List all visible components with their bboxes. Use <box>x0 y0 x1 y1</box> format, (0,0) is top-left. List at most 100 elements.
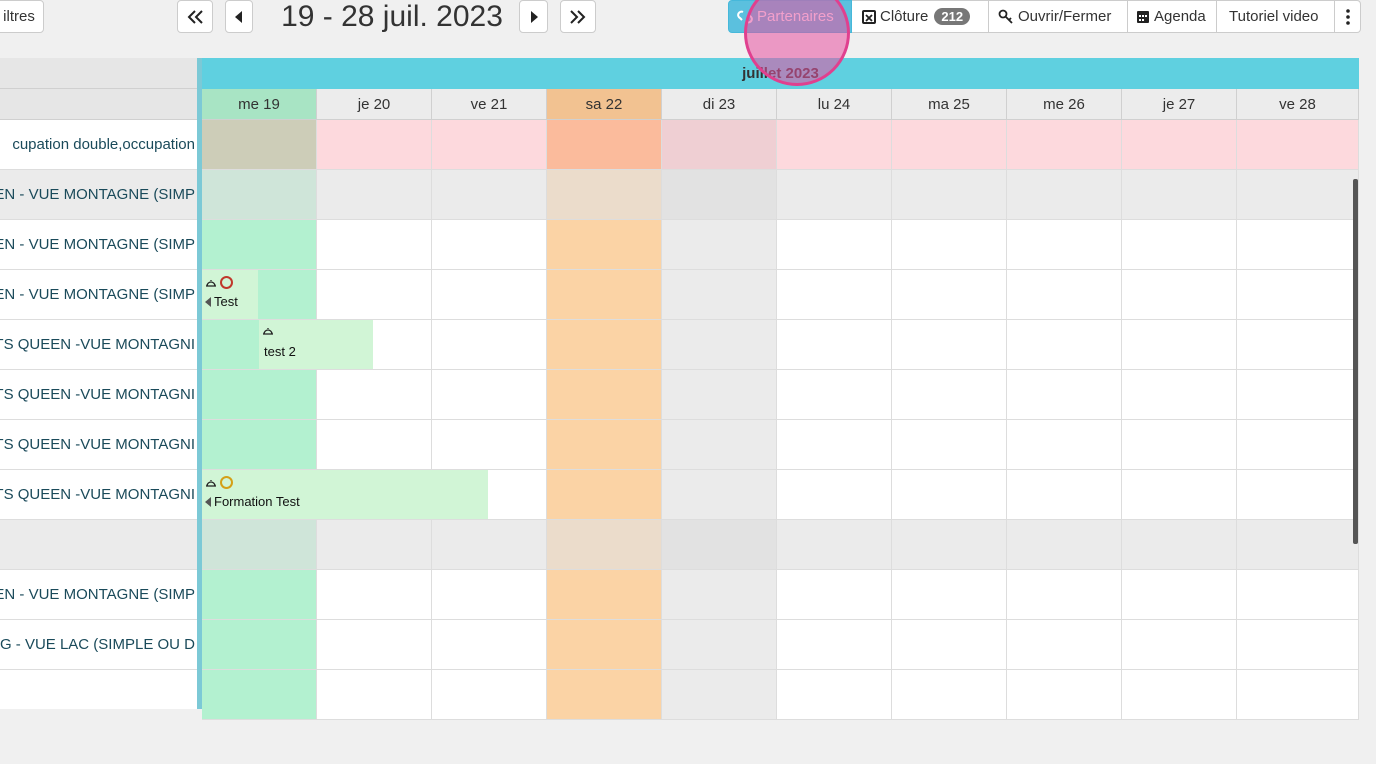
day-cell[interactable] <box>662 670 777 720</box>
day-cell[interactable] <box>662 470 777 520</box>
day-cell[interactable] <box>202 520 317 570</box>
day-cell[interactable] <box>1122 470 1237 520</box>
day-cell[interactable] <box>547 670 662 720</box>
day-cell[interactable] <box>547 420 662 470</box>
day-cell[interactable] <box>892 520 1007 570</box>
day-header[interactable]: me 19 <box>202 89 317 120</box>
day-cell[interactable] <box>1007 320 1122 370</box>
day-cell[interactable] <box>1237 170 1359 220</box>
day-cell[interactable] <box>892 470 1007 520</box>
day-cell[interactable] <box>892 220 1007 270</box>
day-cell[interactable] <box>432 170 547 220</box>
day-cell[interactable] <box>1007 270 1122 320</box>
day-cell[interactable] <box>1237 570 1359 620</box>
room-category-label[interactable]: cupation double,occupation <box>0 120 197 170</box>
day-cell[interactable] <box>317 270 432 320</box>
day-cell[interactable] <box>1122 370 1237 420</box>
day-cell[interactable] <box>1007 420 1122 470</box>
day-cell[interactable] <box>547 370 662 420</box>
day-cell[interactable] <box>777 420 892 470</box>
day-cell[interactable] <box>202 420 317 470</box>
day-cell[interactable] <box>202 620 317 670</box>
day-cell[interactable] <box>777 170 892 220</box>
day-cell[interactable] <box>432 420 547 470</box>
day-cell[interactable] <box>547 320 662 370</box>
day-cell[interactable] <box>432 570 547 620</box>
day-cell[interactable] <box>432 670 547 720</box>
day-cell[interactable] <box>317 220 432 270</box>
day-cell[interactable] <box>1122 120 1237 170</box>
day-cell[interactable] <box>1122 170 1237 220</box>
day-cell[interactable] <box>1237 520 1359 570</box>
agenda-button[interactable]: Agenda <box>1128 0 1217 33</box>
day-cell[interactable] <box>547 620 662 670</box>
day-cell[interactable] <box>777 120 892 170</box>
vertical-scrollbar[interactable] <box>1353 179 1358 544</box>
room-row-label[interactable]: ITS QUEEN -VUE MONTAGNI <box>0 420 197 470</box>
day-cell[interactable] <box>1007 620 1122 670</box>
day-cell[interactable] <box>662 370 777 420</box>
day-cell[interactable] <box>777 370 892 420</box>
tutorial-button[interactable]: Tutoriel video <box>1217 0 1335 33</box>
day-cell[interactable] <box>662 220 777 270</box>
day-header[interactable]: ma 25 <box>892 89 1007 120</box>
day-cell[interactable] <box>432 120 547 170</box>
day-cell[interactable] <box>432 520 547 570</box>
next-day-button[interactable] <box>519 0 548 33</box>
day-cell[interactable] <box>547 220 662 270</box>
day-cell[interactable] <box>432 270 547 320</box>
day-cell[interactable] <box>1007 470 1122 520</box>
day-cell[interactable] <box>317 420 432 470</box>
day-cell[interactable] <box>892 620 1007 670</box>
day-cell[interactable] <box>1237 370 1359 420</box>
day-cell[interactable] <box>662 320 777 370</box>
room-category-label[interactable]: EEN - VUE MONTAGNE (SIMP <box>0 170 197 220</box>
day-header[interactable]: ve 21 <box>432 89 547 120</box>
day-cell[interactable] <box>1237 470 1359 520</box>
day-cell[interactable] <box>202 120 317 170</box>
prev-week-button[interactable] <box>177 0 213 33</box>
day-cell[interactable] <box>1122 520 1237 570</box>
room-row-label[interactable]: ITS QUEEN -VUE MONTAGNI <box>0 320 197 370</box>
room-row-label[interactable]: EEN - VUE MONTAGNE (SIMP <box>0 220 197 270</box>
day-header[interactable]: di 23 <box>662 89 777 120</box>
day-cell[interactable] <box>1237 270 1359 320</box>
day-cell[interactable] <box>1007 570 1122 620</box>
day-cell[interactable] <box>432 370 547 420</box>
day-cell[interactable] <box>662 570 777 620</box>
day-cell[interactable] <box>1122 270 1237 320</box>
closure-button[interactable]: Clôture 212 <box>852 0 989 33</box>
day-cell[interactable] <box>317 520 432 570</box>
room-row-label[interactable]: EEN - VUE MONTAGNE (SIMP <box>0 570 197 620</box>
day-cell[interactable] <box>1007 220 1122 270</box>
day-cell[interactable] <box>892 570 1007 620</box>
booking-block[interactable]: Formation Test <box>202 470 488 519</box>
day-cell[interactable] <box>547 270 662 320</box>
day-cell[interactable] <box>547 170 662 220</box>
next-week-button[interactable] <box>560 0 596 33</box>
day-cell[interactable] <box>777 270 892 320</box>
day-header[interactable]: je 20 <box>317 89 432 120</box>
day-cell[interactable] <box>662 420 777 470</box>
booking-block[interactable]: Test <box>202 270 258 319</box>
day-cell[interactable] <box>1122 570 1237 620</box>
day-cell[interactable] <box>202 220 317 270</box>
open-close-button[interactable]: Ouvrir/Fermer <box>989 0 1128 33</box>
day-cell[interactable] <box>777 470 892 520</box>
day-cell[interactable] <box>892 420 1007 470</box>
day-cell[interactable] <box>1007 370 1122 420</box>
day-cell[interactable] <box>432 220 547 270</box>
day-cell[interactable] <box>202 170 317 220</box>
day-cell[interactable] <box>317 570 432 620</box>
day-cell[interactable] <box>1122 620 1237 670</box>
day-cell[interactable] <box>892 270 1007 320</box>
day-cell[interactable] <box>1237 420 1359 470</box>
day-cell[interactable] <box>662 520 777 570</box>
day-cell[interactable] <box>1007 520 1122 570</box>
day-cell[interactable] <box>892 170 1007 220</box>
day-cell[interactable] <box>432 320 547 370</box>
day-cell[interactable] <box>1237 120 1359 170</box>
day-cell[interactable] <box>202 370 317 420</box>
day-header[interactable]: ve 28 <box>1237 89 1359 120</box>
day-cell[interactable] <box>662 120 777 170</box>
